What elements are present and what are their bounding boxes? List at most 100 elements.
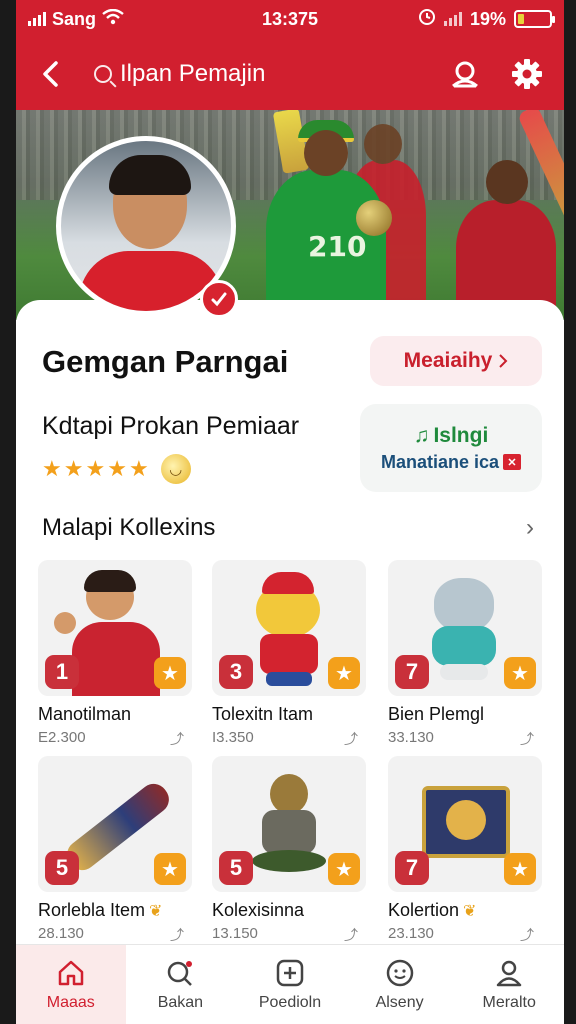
heart-icon: ❦ xyxy=(149,902,163,920)
item-thumbnail: 3 ★ xyxy=(212,560,366,696)
rank-badge: 7 xyxy=(395,655,429,689)
item-price: 28.130 xyxy=(38,925,84,942)
avatar-outline-icon xyxy=(452,61,478,88)
star-icon: ★ xyxy=(128,456,149,481)
item-meta: 13.150 ⤴ xyxy=(212,925,366,945)
battery-percent: 19% xyxy=(469,8,506,29)
item-name-row: Bien Plemgl xyxy=(388,704,542,725)
profile-icon xyxy=(496,960,522,986)
collection-title: Malapi Kollexins xyxy=(42,514,216,541)
favorite-star-icon[interactable]: ★ xyxy=(328,657,360,689)
heart-icon: ❦ xyxy=(463,902,477,920)
verified-badge-icon xyxy=(200,280,238,318)
favorite-star-icon[interactable]: ★ xyxy=(504,853,536,885)
item-name: Kolexisinna xyxy=(212,900,305,920)
item-name: Tolexitn Itam xyxy=(212,704,314,724)
status-bar: Sang 13:375 19% xyxy=(16,0,564,38)
share-icon[interactable]: ⤴ xyxy=(520,729,542,749)
tab-profile[interactable]: Meralto xyxy=(454,945,564,1024)
collection-item[interactable]: 3 ★ Tolexitn Itam I3.350 ⤴ xyxy=(212,560,366,748)
collection-item[interactable]: 5 ★ Rorlebla Item ❦ 28.130 ⤴ xyxy=(38,756,192,944)
flag-icon: ✕ xyxy=(503,454,522,470)
gear-icon xyxy=(512,59,542,89)
settings-button[interactable] xyxy=(510,57,544,91)
rank-badge: 5 xyxy=(45,851,79,885)
item-name-row: Tolexitn Itam xyxy=(212,704,366,725)
share-icon[interactable]: ⤴ xyxy=(520,925,542,945)
player-figure: 210 xyxy=(266,120,386,320)
star-icon: ★ xyxy=(85,456,106,481)
item-name-row: Rorlebla Item ❦ xyxy=(38,900,192,921)
item-price: I3.350 xyxy=(212,729,254,746)
star-icon: ★ xyxy=(63,456,84,481)
favorite-star-icon[interactable]: ★ xyxy=(328,853,360,885)
rank-badge: 1 xyxy=(45,655,79,689)
item-meta: E2.300 ⤴ xyxy=(38,729,192,749)
promo-top-text: Islngi xyxy=(433,423,489,447)
collection-item[interactable]: 7 ★ Kolertion ❦ 23.130 ⤴ xyxy=(388,756,542,944)
top-app-bar: Ilpan Pemajin xyxy=(16,38,564,110)
share-icon[interactable]: ⤴ xyxy=(170,729,192,749)
see-all-chevron-icon[interactable]: › xyxy=(526,514,534,542)
promo-card[interactable]: ♫ Islngi Manatiane ica ✕ xyxy=(360,404,542,492)
wifi-icon xyxy=(102,8,124,30)
search-placeholder: Ilpan Pemajin xyxy=(120,60,266,87)
signal-icon xyxy=(28,12,46,26)
star-icon: ★ xyxy=(107,456,127,481)
promo-bottom-line: Manatiane ica ✕ xyxy=(381,452,522,473)
item-name-row: Kolexisinna xyxy=(212,900,366,921)
item-meta: 28.130 ⤴ xyxy=(38,925,192,945)
item-price: 33.130 xyxy=(388,729,434,746)
header-actions xyxy=(448,57,544,91)
item-thumbnail: 7 ★ xyxy=(388,560,542,696)
search-field[interactable]: Ilpan Pemajin xyxy=(94,60,265,88)
follow-button-label: Meaiaihy xyxy=(403,349,493,372)
ball-decoration xyxy=(356,200,392,236)
rating-stars: ★ ★ ★ ★ ★ ◡ xyxy=(42,454,191,484)
profile-subtitle: Kdtapi Prokan Pemiaar xyxy=(42,412,300,440)
chevron-right-icon xyxy=(499,354,508,368)
share-icon[interactable]: ⤴ xyxy=(344,729,366,749)
collection-item[interactable]: 7 ★ Bien Plemgl 33.130 ⤴ xyxy=(388,560,542,748)
tab-search[interactable]: Bakan xyxy=(126,945,236,1024)
item-meta: 33.130 ⤴ xyxy=(388,729,542,749)
collection-item[interactable]: 5 ★ Kolexisinna 13.150 ⤴ xyxy=(212,756,366,944)
item-name-row: Kolertion ❦ xyxy=(388,900,542,921)
favorite-star-icon[interactable]: ★ xyxy=(504,657,536,689)
cell-signal-icon xyxy=(443,12,462,26)
item-name: Bien Plemgl xyxy=(388,704,485,724)
collection-item[interactable]: 1 ★ Manotilman E2.300 ⤴ xyxy=(38,560,192,748)
rank-badge: 3 xyxy=(219,655,253,689)
favorite-star-icon[interactable]: ★ xyxy=(154,657,186,689)
follow-button[interactable]: Meaiaihy xyxy=(370,336,542,386)
back-icon xyxy=(43,61,58,87)
home-icon xyxy=(58,960,84,985)
tab-messages[interactable]: Alseny xyxy=(345,945,455,1024)
battery-icon xyxy=(514,10,555,28)
music-note-icon: ♫ xyxy=(413,423,430,447)
item-thumbnail: 5 ★ xyxy=(212,756,366,892)
tab-create[interactable]: Poedioln xyxy=(235,945,345,1024)
alarm-icon xyxy=(418,8,436,31)
back-button[interactable] xyxy=(36,54,66,94)
item-name-row: Manotilman xyxy=(38,704,192,725)
share-icon[interactable]: ⤴ xyxy=(170,925,192,945)
status-right: 19% xyxy=(418,8,555,31)
rank-badge: 7 xyxy=(395,851,429,885)
tab-label: Bakan xyxy=(157,993,204,1011)
item-price: E2.300 xyxy=(38,729,86,746)
item-price: 23.130 xyxy=(388,925,434,942)
item-meta: I3.350 ⤴ xyxy=(212,729,366,749)
share-icon[interactable]: ⤴ xyxy=(344,925,366,945)
item-name: Rorlebla Item xyxy=(38,900,146,920)
chat-face-icon xyxy=(386,959,413,986)
tab-home[interactable]: Maaas xyxy=(16,945,126,1024)
star-icon: ★ xyxy=(42,456,62,481)
account-button[interactable] xyxy=(448,57,482,91)
tab-label: Alseny xyxy=(375,993,424,1011)
status-left: Sang xyxy=(28,8,124,30)
tab-label: Maaas xyxy=(46,993,95,1011)
favorite-star-icon[interactable]: ★ xyxy=(154,853,186,885)
rank-badge: 5 xyxy=(219,851,253,885)
search-bell-icon xyxy=(168,960,193,986)
